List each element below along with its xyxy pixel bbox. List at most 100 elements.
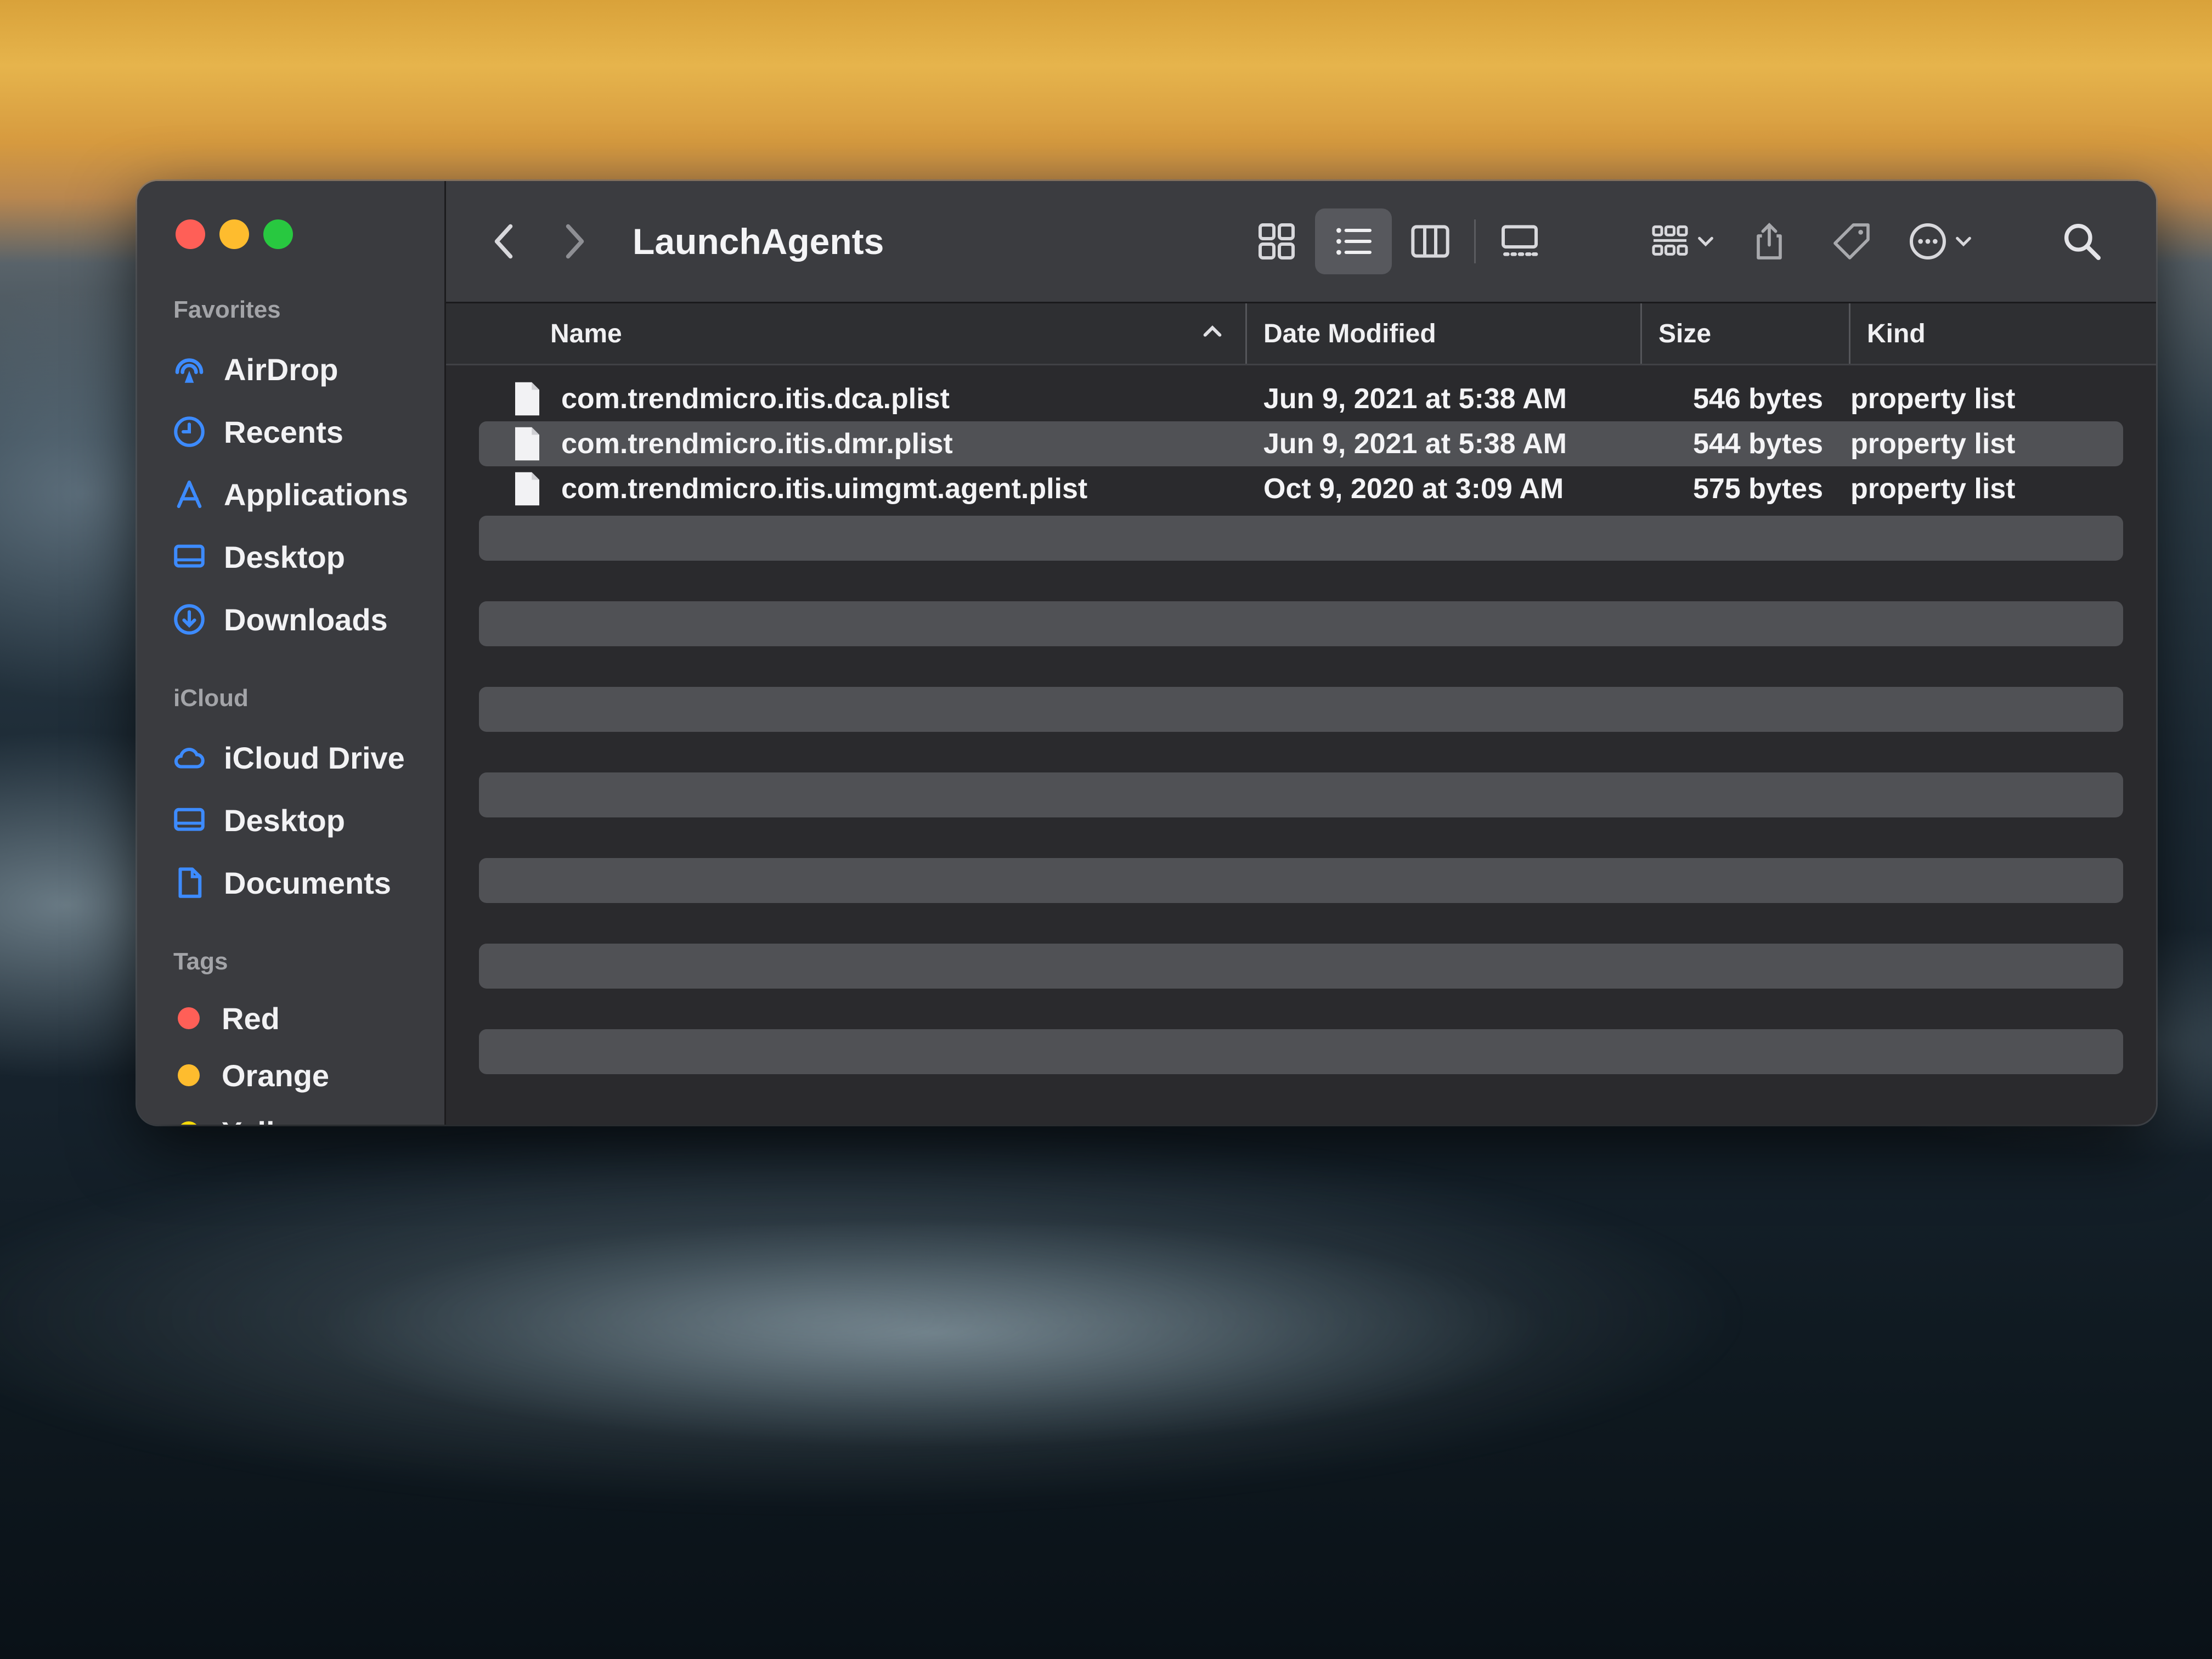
sort-ascending-icon [1201,319,1223,349]
chevron-left-icon [494,224,513,259]
list-view-icon [1336,228,1372,255]
sidebar-list: Favorites AirDrop Recents Applications D… [170,296,428,1125]
sidebar-item-recents[interactable]: Recents [170,400,428,463]
main-pane: LaunchAgents Name Date Modified Size Kin… [446,181,2156,1125]
sidebar-item-airdrop[interactable]: AirDrop [170,338,428,400]
icon-view-button[interactable] [1238,208,1315,274]
file-list: com.trendmicro.itis.dca.plist Jun 9, 202… [446,365,2156,1125]
sidebar-item-tag-red[interactable]: Red [170,990,428,1047]
wallpaper-clouds [0,1125,1756,1509]
file-date: Jun 9, 2021 at 5:38 AM [1263,383,1567,415]
empty-row-stripe [479,858,2123,903]
minimize-button[interactable] [219,219,249,249]
sidebar-item-label: Desktop [224,539,345,574]
toolbar: LaunchAgents [446,181,2156,303]
file-row[interactable]: com.trendmicro.itis.uimgmt.agent.plist O… [479,466,2123,511]
chevron-down-icon [1956,236,1971,247]
cloud-icon [170,738,208,777]
tag-red-dot [178,1007,200,1029]
toolbar-actions [1238,181,2123,302]
group-icon [1652,225,1688,256]
window-controls [176,219,293,249]
share-button[interactable] [1728,208,1810,274]
sidebar-item-tag-yellow[interactable]: Yellow [170,1104,428,1125]
document-icon [170,864,208,902]
more-icon [1910,223,1946,259]
icon-view-icon [1259,223,1295,259]
search-icon [2064,224,2101,260]
sidebar-item-label: iCloud Drive [224,740,405,775]
sidebar-item-icloud-drive[interactable]: iCloud Drive [170,726,428,789]
tag-icon [1833,223,1870,259]
column-header-date[interactable]: Date Modified [1247,303,1642,364]
file-name: com.trendmicro.itis.dmr.plist [561,428,953,460]
empty-row-stripe [479,516,2123,561]
close-button[interactable] [176,219,205,249]
document-file-icon [515,472,539,506]
column-label: Kind [1867,319,1926,348]
column-header-size[interactable]: Size [1642,303,1850,364]
search-button[interactable] [2041,208,2123,274]
chevron-down-icon [1698,236,1713,247]
empty-row-stripe [479,944,2123,989]
sidebar-section-tags: Tags [173,948,228,975]
column-label: Size [1658,319,1712,348]
column-view-icon [1411,225,1449,258]
file-size: 575 bytes [1692,473,1823,505]
sidebar-item-icloud-desktop[interactable]: Desktop [170,789,428,851]
desktop-icon [170,801,208,839]
document-file-icon [515,427,539,461]
clock-icon [170,413,208,451]
file-row[interactable]: com.trendmicro.itis.dmr.plist Jun 9, 202… [479,421,2123,466]
sidebar-item-desktop[interactable]: Desktop [170,526,428,588]
share-icon [1757,222,1782,259]
group-by-button[interactable] [1635,208,1728,274]
column-header-name[interactable]: Name [446,303,1247,364]
sidebar-item-label: Yellow [222,1115,317,1125]
desktop-icon [170,538,208,576]
sidebar-item-label: AirDrop [224,352,338,387]
column-view-button[interactable] [1392,208,1469,274]
forward-button[interactable] [550,211,600,272]
sidebar-item-downloads[interactable]: Downloads [170,588,428,651]
sidebar-item-label: Applications [224,477,409,512]
chevron-right-icon [566,224,584,259]
sidebar-item-tag-orange[interactable]: Orange [170,1047,428,1104]
airdrop-icon [170,350,208,388]
empty-row-stripe [479,687,2123,732]
file-name: com.trendmicro.itis.dca.plist [561,383,950,415]
column-label: Date Modified [1263,319,1436,348]
gallery-view-button[interactable] [1481,208,1558,274]
sidebar-item-label: Orange [222,1058,330,1093]
file-size: 544 bytes [1692,428,1823,460]
tag-button[interactable] [1810,208,1893,274]
file-size: 546 bytes [1692,383,1823,415]
file-name: com.trendmicro.itis.uimgmt.agent.plist [561,473,1088,505]
column-header-kind[interactable]: Kind [1850,303,2156,364]
list-view-button[interactable] [1315,208,1392,274]
empty-row-stripe [479,601,2123,646]
gallery-view-icon [1502,225,1538,256]
file-kind: property list [1850,428,2016,460]
sidebar-section-icloud: iCloud [173,685,249,712]
empty-row-stripe [479,1029,2123,1074]
sidebar-item-label: Downloads [224,602,388,637]
sidebar: Favorites AirDrop Recents Applications D… [137,181,446,1125]
download-icon [170,600,208,639]
applications-icon [170,475,208,514]
file-row[interactable]: com.trendmicro.itis.dca.plist Jun 9, 202… [479,376,2123,421]
sidebar-item-applications[interactable]: Applications [170,463,428,526]
column-label: Name [550,319,622,348]
zoom-button[interactable] [263,219,293,249]
back-button[interactable] [479,211,528,272]
sidebar-section-favorites: Favorites [173,296,281,323]
file-kind: property list [1850,473,2016,505]
empty-row-stripe [479,772,2123,817]
file-date: Jun 9, 2021 at 5:38 AM [1263,428,1567,460]
more-actions-button[interactable] [1893,208,1986,274]
sidebar-item-label: Recents [224,414,343,449]
sidebar-item-documents[interactable]: Documents [170,851,428,914]
sidebar-item-label: Desktop [224,803,345,838]
column-header: Name Date Modified Size Kind [446,303,2156,365]
sidebar-item-label: Red [222,1001,280,1036]
